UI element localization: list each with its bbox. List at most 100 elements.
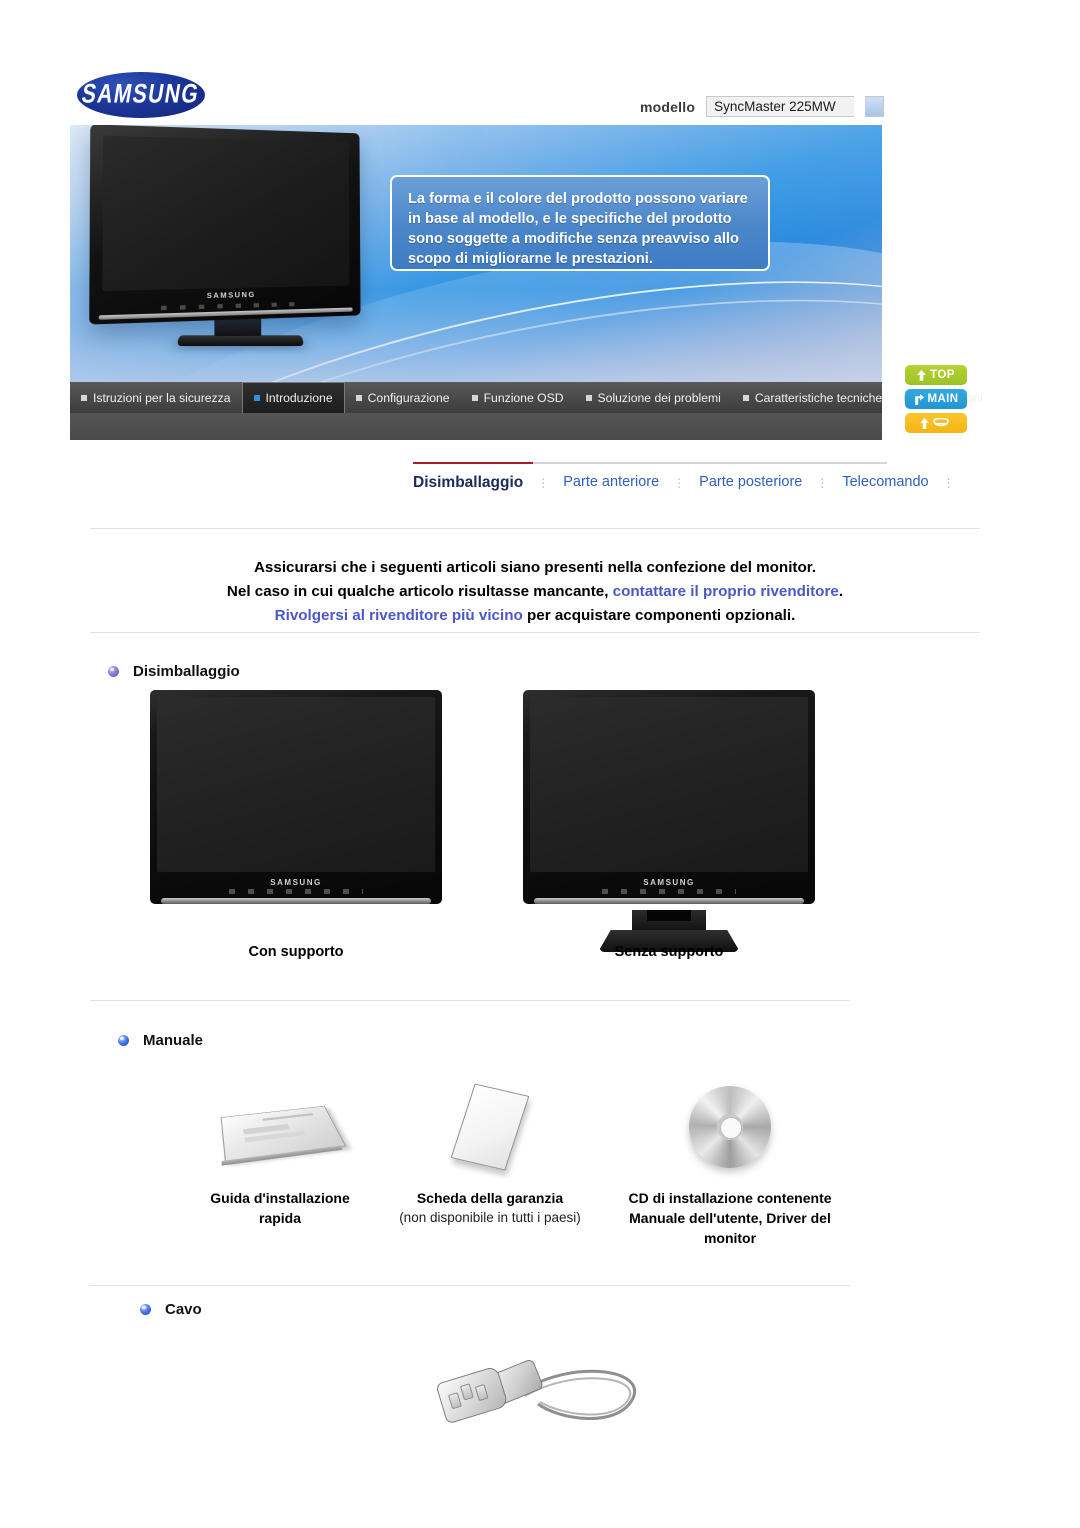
warranty-card-shape <box>450 1083 530 1171</box>
booklet-shape <box>220 1105 347 1166</box>
subnav-separator: ⋮ <box>942 476 955 490</box>
booklet-line <box>262 1113 314 1121</box>
manual-item-title: CD di installazione contenente Manuale d… <box>628 1190 832 1246</box>
section-heading-manuale: Manuale <box>118 1032 203 1049</box>
nav-item-funzione-osd[interactable]: Funzione OSD <box>461 382 575 413</box>
manual-item-guida: Guida d'installazione rapida <box>190 1078 370 1228</box>
bullet-square-icon <box>81 394 87 401</box>
nav-item-sicurezza[interactable]: Istruzioni per la sicurezza <box>70 382 242 413</box>
nav-item-label: Funzione OSD <box>483 390 564 405</box>
subnav-item-disimballaggio[interactable]: Disimballaggio <box>413 462 523 492</box>
top-button-label: TOP <box>930 369 955 381</box>
banner-monitor-strip <box>98 307 353 320</box>
monitor-brand-logo: SAMSUNG <box>270 878 322 887</box>
monitor-frame: SAMSUNG <box>150 690 442 904</box>
connector-pin-hole <box>474 1383 489 1402</box>
subnav-item-parte-posteriore[interactable]: Parte posteriore <box>699 462 802 490</box>
nav-item-label: Configurazione <box>367 390 450 405</box>
top-button[interactable]: TOP <box>905 365 967 385</box>
chevron-down-icon[interactable] <box>865 96 885 117</box>
monitor-frame: SAMSUNG <box>523 690 815 904</box>
nav-item-caratteristiche-tecniche[interactable]: Caratteristiche tecniche <box>732 382 893 413</box>
notice-line-3-end: per acquistare componenti opzionali. <box>522 607 796 624</box>
section-heading-label: Disimballaggio <box>133 663 240 680</box>
manual-item-title: Guida d'installazione rapida <box>210 1190 350 1226</box>
arrow-turn-icon <box>914 393 924 405</box>
caption-senza-supporto: Senza supporto <box>614 944 724 960</box>
manual-item-title: Scheda della garanzia <box>416 1190 564 1206</box>
samsung-logo: SAMSUNG <box>77 72 205 118</box>
samsung-logo-text: SAMSUNG <box>80 79 202 110</box>
subnav-item-parte-anteriore[interactable]: Parte anteriore <box>563 462 659 490</box>
notice-line-1: Assicurarsi che i seguenti articoli sian… <box>253 559 817 576</box>
model-select-value: SyncMaster 225MW <box>714 99 836 114</box>
subnav-separator: ⋮ <box>537 476 550 490</box>
nav-item-label: Caratteristiche tecniche <box>754 390 883 405</box>
bullet-square-icon <box>742 394 749 401</box>
nav-item-introduzione[interactable]: Introduzione <box>241 382 345 413</box>
nav-item-label: Soluzione dei problemi <box>597 390 721 405</box>
section-heading-disimballaggio: Disimballaggio <box>108 663 240 680</box>
monitor-figure-con-supporto: SAMSUNG <box>150 690 442 910</box>
subnav-separator: ⋮ <box>673 476 686 490</box>
bullet-sphere-icon <box>108 666 119 677</box>
cd-disc-shape <box>689 1086 771 1168</box>
banner-monitor-image: SAMSUNG <box>89 125 372 348</box>
banner-monitor-screen <box>102 135 350 292</box>
banner-monitor-bezel: SAMSUNG <box>89 125 361 325</box>
caption-con-supporto: Con supporto <box>248 944 344 960</box>
main-navigation: Istruzioni per la sicurezza Introduzione… <box>70 382 983 413</box>
power-cable-icon <box>400 1338 690 1458</box>
monitor-control-buttons <box>602 889 736 894</box>
notice-line-2: Nel caso in cui qualche articolo risulta… <box>90 580 980 604</box>
model-select[interactable]: SyncMaster 225MW <box>706 96 855 117</box>
bullet-sphere-icon <box>118 1035 129 1046</box>
connector-pin-hole <box>447 1392 462 1410</box>
main-button-label: MAIN <box>927 393 959 405</box>
banner-monitor-logo: SAMSUNG <box>206 291 256 301</box>
subnav-separator: ⋮ <box>816 476 829 490</box>
package-notice: Assicurarsi che i seguenti articoli sian… <box>90 556 980 628</box>
subnav-item-telecomando[interactable]: Telecomando <box>842 462 928 490</box>
monitor-brand-logo: SAMSUNG <box>643 878 695 887</box>
manual-item-cd: CD di installazione contenente Manuale d… <box>610 1078 850 1248</box>
arrow-up-icon <box>919 417 929 429</box>
notice-line-2-text: Nel caso in cui qualche articolo risulta… <box>226 583 613 600</box>
section-heading-label: Cavo <box>165 1301 202 1318</box>
monitor-stand-vent <box>647 910 691 921</box>
nearest-dealer-link[interactable]: Rivolgersi al rivenditore più vicino <box>275 607 523 624</box>
model-label: modello <box>640 98 696 115</box>
monitor-control-buttons <box>229 889 363 894</box>
connector-pin-hole <box>459 1383 474 1401</box>
back-to-eye-button[interactable] <box>905 413 967 433</box>
divider-top <box>90 528 980 529</box>
cd-disc-icon <box>610 1078 850 1188</box>
warranty-card-icon <box>385 1078 595 1188</box>
section-heading-cavo: Cavo <box>140 1301 202 1318</box>
manual-item-garanzia: Scheda della garanzia (non disponibile i… <box>385 1078 595 1227</box>
divider-after-notice <box>90 632 980 633</box>
bullet-sphere-icon <box>140 1304 151 1315</box>
monitor-figure-senza-supporto: SAMSUNG <box>523 690 815 952</box>
side-shortcut-buttons: TOP MAIN <box>905 365 967 433</box>
bullet-square-icon <box>355 394 362 401</box>
nav-bottom-strip <box>70 413 882 440</box>
contact-dealer-link[interactable]: contattare il proprio rivenditore <box>613 583 839 600</box>
hero-banner: SAMSUNG La forma e il colore del prodott… <box>70 125 882 382</box>
main-button[interactable]: MAIN <box>905 389 967 409</box>
nav-item-label: Introduzione <box>265 391 333 405</box>
nav-item-soluzione-problemi[interactable]: Soluzione dei problemi <box>575 382 732 413</box>
banner-monitor-base <box>176 335 305 346</box>
nav-item-configurazione[interactable]: Configurazione <box>345 382 461 413</box>
monitor-screen <box>157 697 435 872</box>
eye-icon <box>932 417 949 426</box>
model-selector-row: modello SyncMaster 225MW <box>640 96 885 117</box>
notice-line-3: Rivolgersi al rivenditore più vicino per… <box>90 604 980 628</box>
booklet-icon <box>190 1078 370 1188</box>
divider-after-manual <box>90 1285 850 1286</box>
manual-item-subtitle: (non disponibile in tutti i paesi) <box>399 1210 581 1225</box>
sub-navigation: Disimballaggio ⋮ Parte anteriore ⋮ Parte… <box>413 462 969 492</box>
arrow-up-icon <box>917 369 927 381</box>
section-heading-label: Manuale <box>143 1032 204 1049</box>
bullet-square-icon <box>585 394 592 401</box>
